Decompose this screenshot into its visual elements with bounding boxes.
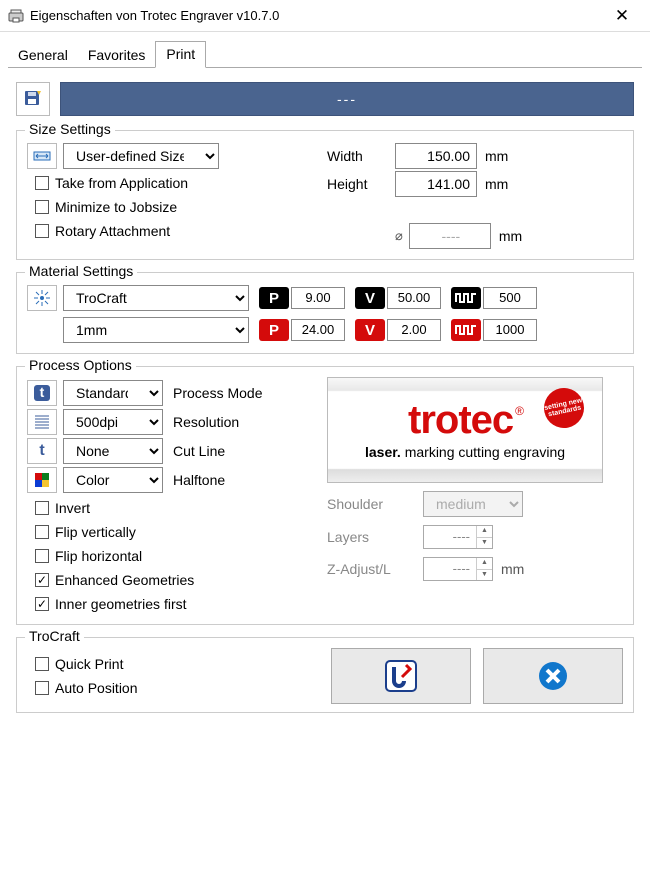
rotary-checkbox[interactable]: Rotary Attachment	[35, 219, 327, 243]
flip-vertical-label: Flip vertically	[55, 524, 136, 540]
power-cut-value: 24.00	[291, 319, 345, 341]
diameter-symbol: ⌀	[395, 228, 403, 244]
layers-label: Layers	[327, 529, 423, 545]
process-mode-select[interactable]: Standard	[63, 380, 163, 406]
power-engrave-value: 9.00	[291, 287, 345, 309]
velocity-badge-cut: V	[355, 319, 385, 341]
quick-print-checkbox[interactable]: Quick Print	[35, 652, 319, 676]
layers-spinner: ----▲▼	[423, 525, 493, 549]
send-to-jobcontrol-button[interactable]	[331, 648, 471, 704]
power-badge-engrave: P	[259, 287, 289, 309]
logo-sub-text: laser. marking cutting engraving	[365, 444, 565, 460]
shoulder-select: medium	[423, 491, 523, 517]
tab-strip: General Favorites Print	[8, 40, 642, 68]
invert-label: Invert	[55, 500, 90, 516]
material-settings-legend: Material Settings	[25, 263, 137, 279]
size-settings-legend: Size Settings	[25, 121, 115, 137]
process-options-legend: Process Options	[25, 357, 136, 373]
width-input[interactable]	[395, 143, 477, 169]
diameter-input	[409, 223, 491, 249]
logo-stamp: setting new standards	[540, 384, 587, 431]
resolution-select[interactable]: 500dpi	[63, 409, 163, 435]
logo-preview: setting new standards trotec® laser. mar…	[327, 377, 603, 483]
height-unit: mm	[485, 176, 519, 192]
size-icon	[27, 143, 57, 169]
width-label: Width	[327, 148, 395, 164]
height-label: Height	[327, 176, 395, 192]
cutline-select[interactable]: None	[63, 438, 163, 464]
rotary-label: Rotary Attachment	[55, 223, 170, 239]
cutline-label: Cut Line	[173, 443, 225, 459]
material-select[interactable]: TroCraft	[63, 285, 249, 311]
material-icon[interactable]	[27, 285, 57, 311]
power-badge-cut: P	[259, 319, 289, 341]
process-options-group: Process Options t Standard Process Mode …	[16, 366, 634, 625]
quick-print-label: Quick Print	[55, 656, 123, 672]
inner-geometries-checkbox[interactable]: Inner geometries first	[35, 592, 327, 616]
height-input[interactable]	[395, 171, 477, 197]
logo-main-text: trotec	[408, 398, 513, 442]
minimize-checkbox[interactable]: Minimize to Jobsize	[35, 195, 327, 219]
halftone-icon	[27, 467, 57, 493]
thickness-select[interactable]: 1mm	[63, 317, 249, 343]
auto-position-checkbox[interactable]: Auto Position	[35, 676, 319, 700]
zadjust-unit: mm	[501, 561, 535, 577]
diameter-unit: mm	[499, 228, 533, 244]
frequency-engrave-value: 500	[483, 287, 537, 309]
footer-legend: TroCraft	[25, 628, 84, 644]
halftone-select[interactable]: Color	[63, 467, 163, 493]
zadjust-label: Z-Adjust/L	[327, 561, 423, 577]
close-button[interactable]: ✕	[602, 2, 642, 30]
shoulder-label: Shoulder	[327, 496, 423, 512]
size-select[interactable]: User-defined Size	[63, 143, 219, 169]
flip-vertical-checkbox[interactable]: Flip vertically	[35, 520, 327, 544]
resolution-label: Resolution	[173, 414, 239, 430]
width-unit: mm	[485, 148, 519, 164]
take-from-app-label: Take from Application	[55, 175, 188, 191]
zadjust-spinner: ----▲▼	[423, 557, 493, 581]
window-title: Eigenschaften von Trotec Engraver v10.7.…	[30, 8, 602, 23]
save-favorite-icon[interactable]	[16, 82, 50, 116]
footer-group: TroCraft Quick Print Auto Position	[16, 637, 634, 713]
enhanced-geometries-checkbox[interactable]: Enhanced Geometries	[35, 568, 327, 592]
flip-horizontal-label: Flip horizontal	[55, 548, 142, 564]
take-from-app-checkbox[interactable]: Take from Application	[35, 171, 327, 195]
flip-horizontal-checkbox[interactable]: Flip horizontal	[35, 544, 327, 568]
cutline-icon: t	[27, 438, 57, 464]
tab-print[interactable]: Print	[155, 41, 206, 68]
frequency-cut-value: 1000	[483, 319, 537, 341]
inner-geometries-label: Inner geometries first	[55, 596, 187, 612]
app-icon	[8, 8, 24, 24]
minimize-label: Minimize to Jobsize	[55, 199, 177, 215]
frequency-badge-cut	[451, 319, 481, 341]
tab-general[interactable]: General	[8, 43, 78, 68]
frequency-badge-engrave	[451, 287, 481, 309]
svg-text:t: t	[40, 384, 45, 400]
process-mode-icon: t	[27, 380, 57, 406]
resolution-icon	[27, 409, 57, 435]
halftone-label: Halftone	[173, 472, 225, 488]
cancel-button[interactable]	[483, 648, 623, 704]
velocity-cut-value: 2.00	[387, 319, 441, 341]
enhanced-geometries-label: Enhanced Geometries	[55, 572, 194, 588]
title-bar: Eigenschaften von Trotec Engraver v10.7.…	[0, 0, 650, 32]
velocity-badge-engrave: V	[355, 287, 385, 309]
header-bar[interactable]: ---	[60, 82, 634, 116]
auto-position-label: Auto Position	[55, 680, 138, 696]
invert-checkbox[interactable]: Invert	[35, 496, 327, 520]
process-mode-label: Process Mode	[173, 385, 262, 401]
velocity-engrave-value: 50.00	[387, 287, 441, 309]
size-settings-group: Size Settings User-defined Size Take fro…	[16, 130, 634, 260]
tab-favorites[interactable]: Favorites	[78, 43, 156, 68]
material-settings-group: Material Settings TroCraft P 9.00 V 50.0…	[16, 272, 634, 354]
